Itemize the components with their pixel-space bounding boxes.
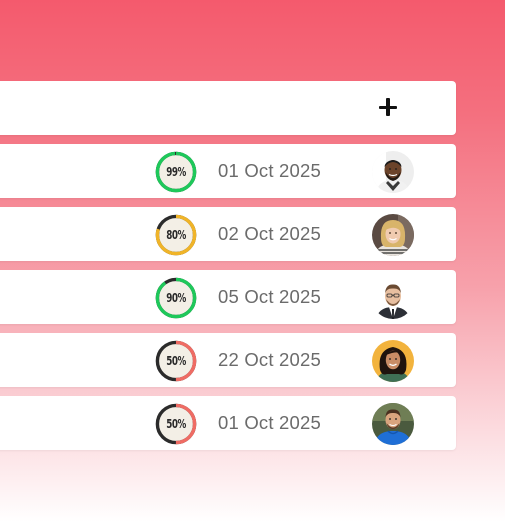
user-avatar-man-blue-shirt-icon[interactable]: [372, 403, 414, 445]
date-label: 01 Oct 2025: [218, 160, 321, 181]
user-avatar-woman-curly-icon[interactable]: [372, 340, 414, 382]
progress-ring: 80%: [155, 214, 197, 256]
list-item[interactable]: 50% 01 Oct 2025: [0, 396, 456, 450]
user-avatar-man-suit-icon[interactable]: [372, 277, 414, 319]
list-item[interactable]: 50% 22 Oct 2025: [0, 333, 456, 387]
add-button[interactable]: [372, 91, 404, 123]
progress-label: 50%: [166, 353, 186, 368]
list-header: [0, 81, 456, 135]
progress-label: 99%: [166, 164, 186, 179]
user-avatar-man-beard-icon[interactable]: [372, 151, 414, 193]
progress-ring: 50%: [155, 403, 197, 445]
progress-ring: 90%: [155, 277, 197, 319]
list-item[interactable]: 99% 01 Oct 2025: [0, 144, 456, 198]
progress-ring: 99%: [155, 151, 197, 193]
list-item[interactable]: 90% 05 Oct 2025: [0, 270, 456, 324]
progress-label: 80%: [166, 227, 186, 242]
date-label: 02 Oct 2025: [218, 223, 321, 244]
progress-label: 50%: [166, 416, 186, 431]
date-label: 22 Oct 2025: [218, 349, 321, 370]
date-label: 05 Oct 2025: [218, 286, 321, 307]
progress-label: 90%: [166, 290, 186, 305]
list-item[interactable]: 80% 02 Oct 2025: [0, 207, 456, 261]
user-avatar-woman-blonde-icon[interactable]: [372, 214, 414, 256]
date-label: 01 Oct 2025: [218, 412, 321, 433]
progress-ring: 50%: [155, 340, 197, 382]
